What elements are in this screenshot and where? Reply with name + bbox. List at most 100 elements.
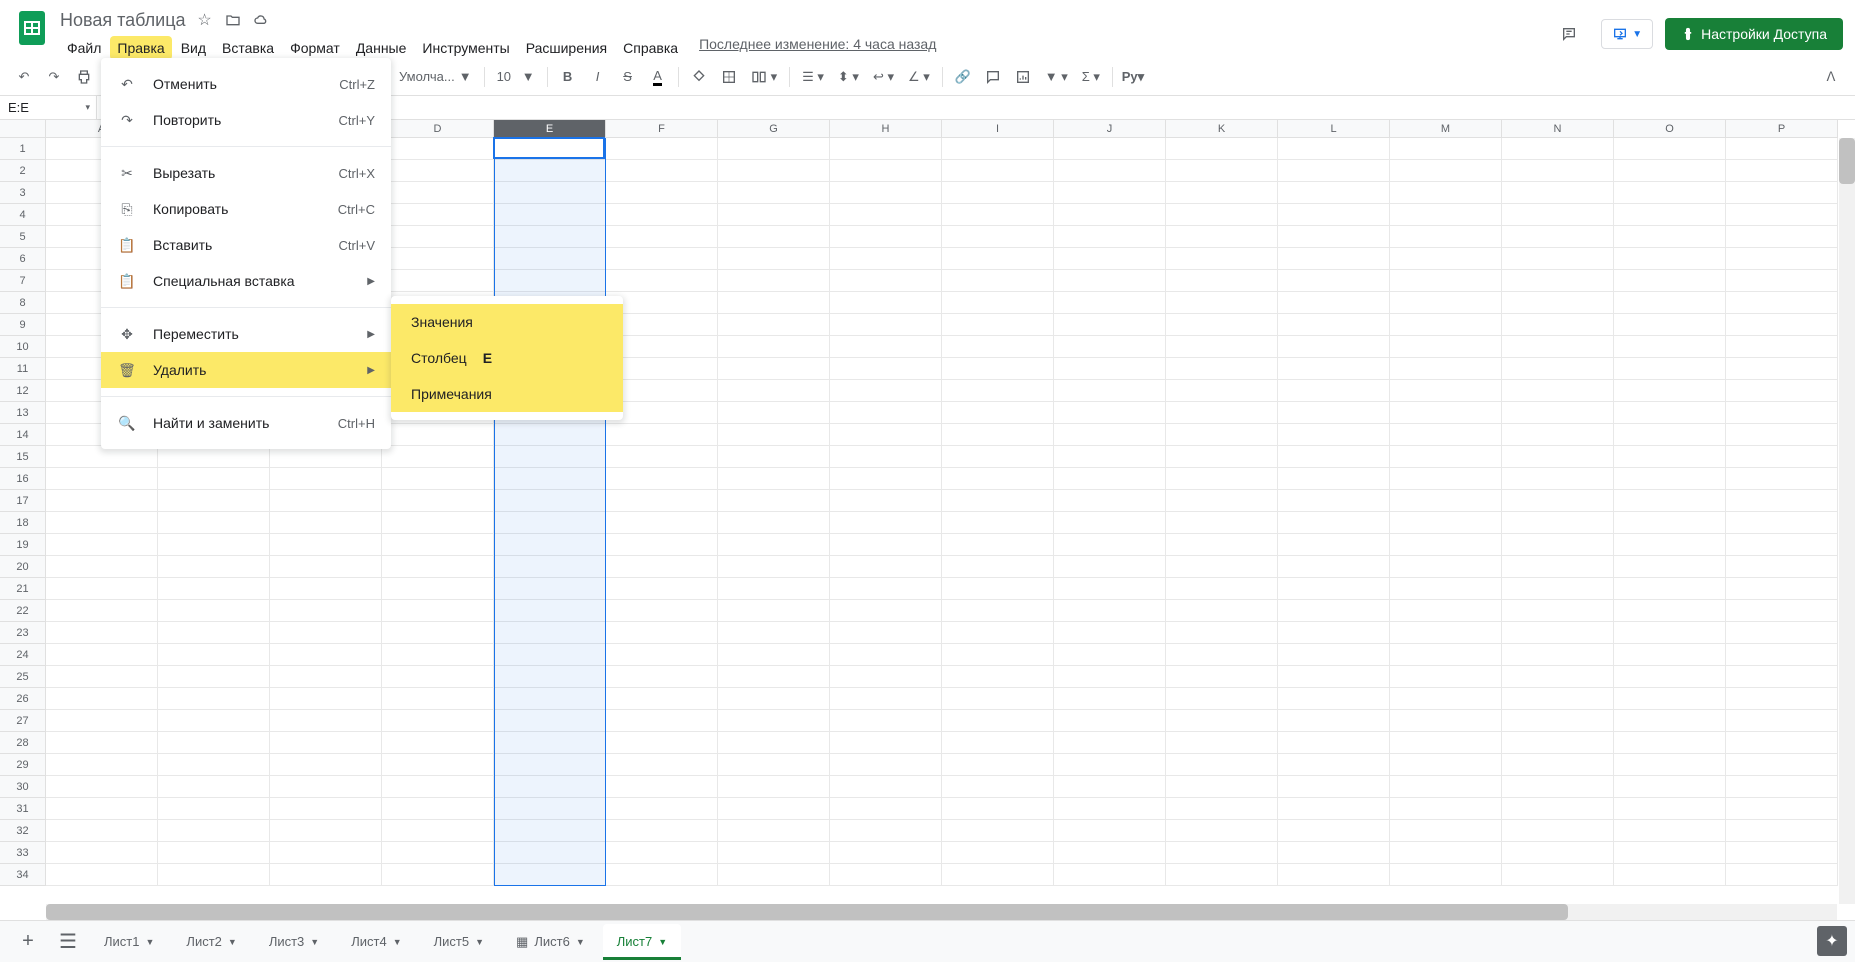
cell[interactable] [1166, 534, 1278, 556]
rotate-button[interactable]: ∠ ▾ [902, 69, 936, 85]
cell[interactable] [942, 842, 1054, 864]
row-header[interactable]: 15 [0, 446, 46, 468]
cell[interactable] [494, 556, 606, 578]
cell[interactable] [718, 160, 830, 182]
cell[interactable] [830, 358, 942, 380]
column-header[interactable]: O [1614, 120, 1726, 138]
cell[interactable] [1166, 820, 1278, 842]
cell[interactable] [1166, 468, 1278, 490]
cell[interactable] [46, 468, 158, 490]
cell[interactable] [1502, 468, 1614, 490]
row-header[interactable]: 5 [0, 226, 46, 248]
cell[interactable] [158, 446, 270, 468]
cell[interactable] [1278, 600, 1390, 622]
cell[interactable] [718, 710, 830, 732]
cell[interactable] [942, 710, 1054, 732]
comments-icon[interactable] [1549, 14, 1589, 54]
menu-redo[interactable]: ↷ПовторитьCtrl+Y [101, 102, 391, 138]
cell[interactable] [46, 842, 158, 864]
cell[interactable] [1614, 710, 1726, 732]
cell[interactable] [46, 732, 158, 754]
cell[interactable] [46, 490, 158, 512]
cell[interactable] [270, 666, 382, 688]
chevron-down-icon[interactable]: ▼ [658, 937, 667, 947]
cell[interactable] [1278, 446, 1390, 468]
cell[interactable] [1726, 842, 1838, 864]
cell[interactable] [606, 512, 718, 534]
cell[interactable] [1502, 446, 1614, 468]
cell[interactable] [1278, 798, 1390, 820]
column-header[interactable]: I [942, 120, 1054, 138]
redo-button[interactable]: ↷ [40, 63, 68, 91]
cell[interactable] [1502, 424, 1614, 446]
cell[interactable] [1278, 754, 1390, 776]
cell[interactable] [1054, 754, 1166, 776]
cell[interactable] [1502, 864, 1614, 886]
cell[interactable] [830, 776, 942, 798]
cell[interactable] [1614, 182, 1726, 204]
cell[interactable] [606, 842, 718, 864]
cell[interactable] [606, 534, 718, 556]
cell[interactable] [1726, 358, 1838, 380]
cell[interactable] [46, 864, 158, 886]
cell[interactable] [830, 864, 942, 886]
cell[interactable] [1390, 138, 1502, 160]
cell[interactable] [494, 578, 606, 600]
cell[interactable] [942, 512, 1054, 534]
cell[interactable] [1390, 864, 1502, 886]
column-header[interactable]: D [382, 120, 494, 138]
cell[interactable] [382, 424, 494, 446]
cell[interactable] [1726, 754, 1838, 776]
cell[interactable] [382, 754, 494, 776]
cell[interactable] [1614, 424, 1726, 446]
row-header[interactable]: 12 [0, 380, 46, 402]
code-button[interactable]: Py ▾ [1119, 63, 1147, 91]
cell[interactable] [718, 556, 830, 578]
cell[interactable] [606, 182, 718, 204]
cell[interactable] [1278, 710, 1390, 732]
cell[interactable] [270, 798, 382, 820]
cell[interactable] [270, 534, 382, 556]
cell[interactable] [1390, 754, 1502, 776]
cell[interactable] [270, 754, 382, 776]
cell[interactable] [46, 446, 158, 468]
select-all-corner[interactable] [0, 120, 46, 138]
cell[interactable] [1614, 864, 1726, 886]
cell[interactable] [606, 732, 718, 754]
cell[interactable] [1054, 336, 1166, 358]
cell[interactable] [1278, 666, 1390, 688]
cell[interactable] [718, 336, 830, 358]
comment-button[interactable] [979, 63, 1007, 91]
cell[interactable] [1502, 358, 1614, 380]
cell[interactable] [1390, 270, 1502, 292]
cell[interactable] [1614, 842, 1726, 864]
column-header[interactable]: G [718, 120, 830, 138]
cell[interactable] [382, 556, 494, 578]
cell[interactable] [942, 666, 1054, 688]
cell[interactable] [1726, 666, 1838, 688]
menu-help[interactable]: Справка [616, 36, 685, 60]
vertical-scrollbar[interactable] [1839, 138, 1855, 904]
cell[interactable] [494, 534, 606, 556]
cell[interactable] [606, 468, 718, 490]
cell[interactable] [1278, 622, 1390, 644]
cell[interactable] [1054, 732, 1166, 754]
cell[interactable] [1278, 732, 1390, 754]
cell[interactable] [1390, 776, 1502, 798]
cell[interactable] [830, 688, 942, 710]
cell[interactable] [1166, 754, 1278, 776]
cell[interactable] [270, 578, 382, 600]
cell[interactable] [1502, 380, 1614, 402]
cell[interactable] [830, 666, 942, 688]
cell[interactable] [830, 336, 942, 358]
italic-button[interactable]: I [584, 63, 612, 91]
cell[interactable] [718, 292, 830, 314]
cell[interactable] [382, 204, 494, 226]
menu-delete[interactable]: 🗑Удалить▶ [101, 352, 391, 388]
cell[interactable] [1166, 710, 1278, 732]
move-folder-icon[interactable] [224, 11, 242, 29]
cell[interactable] [382, 534, 494, 556]
horizontal-scrollbar[interactable] [46, 904, 1837, 920]
cell[interactable] [1278, 512, 1390, 534]
cell[interactable] [1278, 776, 1390, 798]
